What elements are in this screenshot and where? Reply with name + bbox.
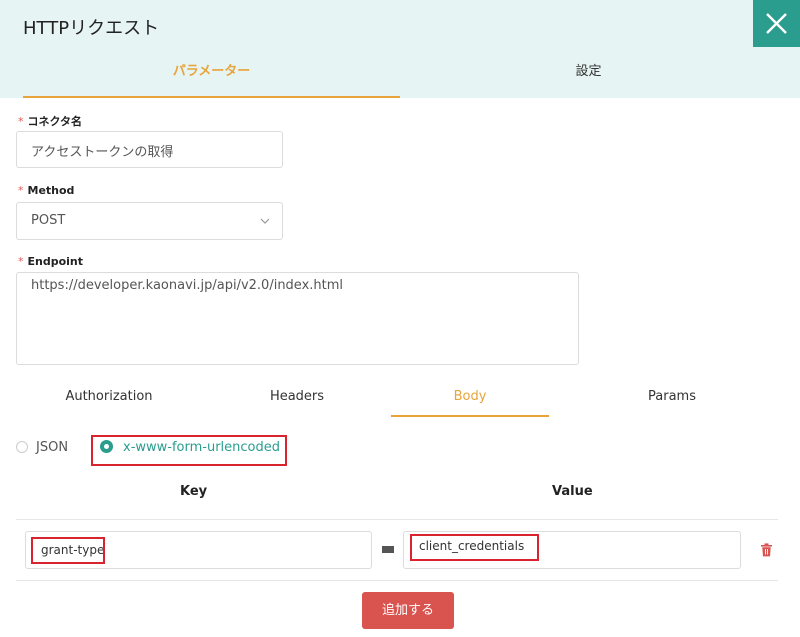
radio-form-label: x-www-form-urlencoded <box>123 440 281 455</box>
value-column-header: Value <box>552 484 593 499</box>
tab-params-label: Params <box>648 389 696 404</box>
connector-name-value: アクセストークンの取得 <box>31 145 174 160</box>
radio-json-label: JSON <box>36 440 69 455</box>
trash-icon[interactable] <box>760 543 773 557</box>
tab-parameters[interactable]: パラメーター <box>23 62 400 98</box>
required-mark: * <box>18 255 24 268</box>
tab-settings-label: 設定 <box>575 64 602 79</box>
tab-params[interactable]: Params <box>593 384 751 417</box>
add-button[interactable]: 追加する <box>362 592 454 629</box>
tab-body-label: Body <box>453 389 487 404</box>
required-mark: * <box>18 184 24 197</box>
tab-settings[interactable]: 設定 <box>400 62 777 98</box>
connector-name-label-text: コネクタ名 <box>27 115 83 128</box>
connector-name-input[interactable]: アクセストークンの取得 <box>16 131 283 168</box>
required-mark: * <box>18 115 24 128</box>
endpoint-label-text: Endpoint <box>27 255 84 268</box>
method-value: POST <box>31 213 66 228</box>
close-button[interactable] <box>753 0 800 47</box>
chevron-down-icon <box>260 218 270 224</box>
tab-headers[interactable]: Headers <box>218 384 376 417</box>
table-divider <box>16 519 778 520</box>
radio-selected-icon <box>100 440 113 453</box>
endpoint-label: * Endpoint <box>18 255 83 268</box>
method-select[interactable]: POST <box>16 202 283 240</box>
connector-name-label: * コネクタ名 <box>18 113 82 129</box>
key-column-header: Key <box>180 484 208 499</box>
tab-authorization[interactable]: Authorization <box>30 384 188 417</box>
endpoint-textarea[interactable]: https://developer.kaonavi.jp/api/v2.0/in… <box>16 272 579 365</box>
endpoint-value: https://developer.kaonavi.jp/api/v2.0/in… <box>31 278 344 293</box>
tab-body[interactable]: Body <box>391 384 549 417</box>
method-label-text: Method <box>27 184 75 197</box>
highlight-box <box>410 534 539 561</box>
tab-authorization-label: Authorization <box>65 389 153 404</box>
radio-json[interactable]: JSON <box>16 440 68 455</box>
table-divider <box>16 580 778 581</box>
method-label: * Method <box>18 184 74 197</box>
tab-parameters-label: パラメーター <box>172 64 251 79</box>
close-icon <box>766 13 787 34</box>
radio-form-urlencoded[interactable]: x-www-form-urlencoded <box>100 440 280 455</box>
tab-headers-label: Headers <box>269 389 325 404</box>
equals-separator <box>382 546 394 553</box>
highlight-box <box>31 537 105 564</box>
dialog-title: HTTPリクエスト <box>23 18 160 39</box>
dialog-header: HTTPリクエスト パラメーター 設定 <box>0 0 800 98</box>
radio-circle-icon <box>16 441 28 453</box>
